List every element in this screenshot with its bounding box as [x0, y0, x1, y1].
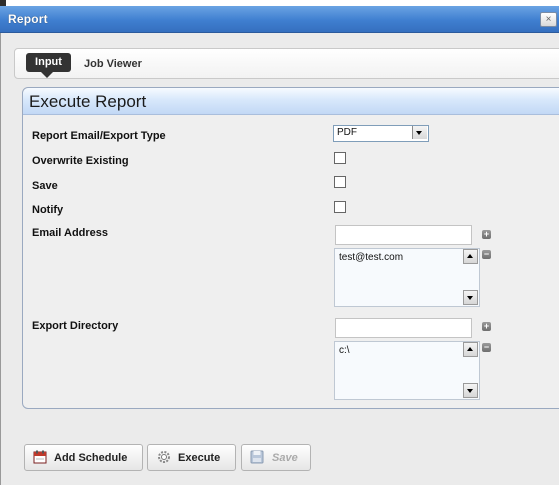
add-schedule-label: Add Schedule [54, 452, 128, 464]
scroll-up-button[interactable] [463, 342, 478, 357]
arrow-up-icon [467, 347, 473, 351]
add-email-icon[interactable]: + [482, 230, 491, 239]
close-icon: × [545, 14, 552, 25]
calendar-icon [33, 450, 47, 464]
add-schedule-button[interactable]: Add Schedule [24, 444, 143, 471]
overwrite-checkbox[interactable] [334, 152, 346, 164]
email-list-item[interactable]: test@test.com [339, 252, 403, 263]
save-checkbox[interactable] [334, 176, 346, 188]
gear-icon [158, 451, 170, 463]
overwrite-label: Overwrite Existing [32, 155, 129, 167]
remove-email-icon[interactable]: − [482, 250, 491, 259]
save-label: Save [32, 180, 58, 192]
panel-title: Execute Report [29, 92, 147, 111]
scroll-down-button[interactable] [463, 290, 478, 305]
export-directory-list[interactable] [334, 341, 480, 400]
dialog-title: Report [8, 12, 48, 26]
scroll-down-button[interactable] [463, 383, 478, 398]
arrow-down-icon [467, 296, 473, 300]
arrow-up-icon [467, 254, 473, 258]
arrow-down-icon [467, 389, 473, 393]
export-directory-input[interactable] [335, 318, 472, 338]
export-type-value: PDF [337, 127, 357, 138]
active-tab-pointer [41, 72, 53, 78]
email-input[interactable] [335, 225, 472, 245]
dialog-titlebar[interactable] [0, 6, 559, 33]
chevron-down-icon [416, 131, 422, 135]
notify-label: Notify [32, 204, 64, 216]
floppy-disk-icon [250, 450, 264, 464]
add-directory-icon[interactable]: + [482, 322, 491, 331]
scroll-up-button[interactable] [463, 249, 478, 264]
export-type-label: Report Email/Export Type [32, 130, 166, 142]
email-label: Email Address [32, 227, 109, 239]
execute-label: Execute [178, 452, 221, 464]
save-button-label: Save [272, 452, 298, 464]
close-button[interactable]: × [540, 12, 557, 27]
export-directory-label: Export Directory [32, 320, 119, 332]
tab-job-viewer[interactable]: Job Viewer [84, 58, 142, 70]
tab-input[interactable]: Input [26, 53, 71, 72]
directory-list-item[interactable]: c:\ [339, 345, 350, 356]
remove-directory-icon[interactable]: − [482, 343, 491, 352]
notify-checkbox[interactable] [334, 201, 346, 213]
execute-button[interactable]: Execute [147, 444, 236, 471]
save-button[interactable]: Save [241, 444, 311, 471]
